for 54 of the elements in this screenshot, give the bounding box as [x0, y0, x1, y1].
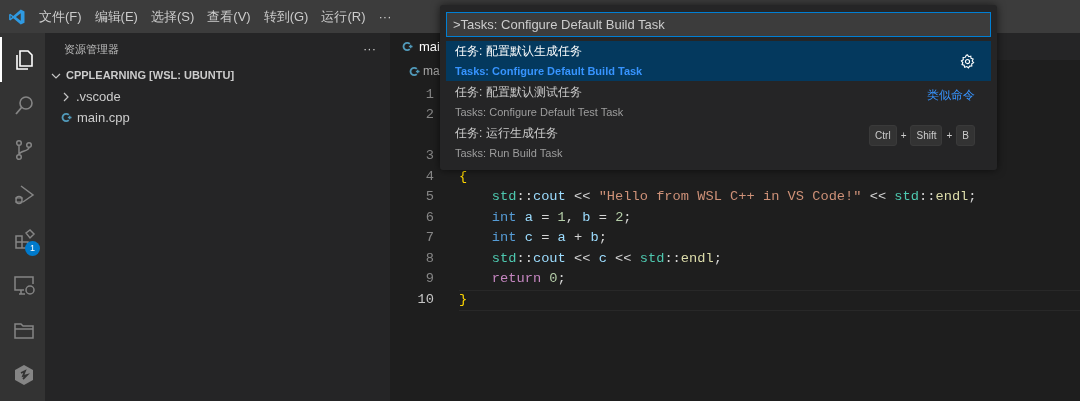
command-item[interactable]: 任务: 配置默认生成任务 Tasks: Configure Default Build Task — [446, 41, 991, 81]
breadcrumb[interactable]: ma — [423, 62, 440, 80]
keyboard-key: Shift — [910, 125, 943, 146]
plus-sign: + — [946, 129, 953, 143]
line-number: 6 — [424, 209, 435, 227]
line-number: 4 — [424, 168, 435, 186]
activity-bar-item[interactable]: 1 — [0, 217, 45, 262]
menu-item[interactable]: ··· — [378, 6, 392, 27]
command-label: 任务: 配置默认测试任务 — [455, 84, 583, 102]
line-number: 5 — [424, 188, 435, 207]
command-item[interactable]: 任务: 配置默认测试任务 Tasks: Configure Default Test Task 类似命令 — [446, 82, 991, 122]
code-line: int a = 1, b = 2; — [490, 209, 632, 227]
folder-title[interactable]: CPPLEARNING [WSL: UBUNTU] — [66, 67, 235, 84]
line-number: 1 — [424, 86, 435, 104]
keyboard-key: B — [956, 125, 975, 146]
command-detail: Tasks: Run Build Task — [455, 146, 563, 162]
sidebar-title: 资源管理器 — [64, 41, 119, 57]
code-line: return 0; — [490, 270, 566, 289]
menu-item[interactable]: 转到(G) — [263, 6, 309, 27]
keyboard-key: Ctrl — [869, 125, 897, 146]
line-number: 7 — [424, 229, 435, 248]
badge-count: 1 — [25, 241, 40, 256]
line-number: 8 — [424, 250, 435, 268]
app-logo-icon — [8, 7, 26, 26]
cpp-file-icon — [409, 65, 420, 77]
editor-tab[interactable]: mai — [390, 33, 440, 60]
plus-sign: + — [900, 129, 907, 143]
code-line: int c = a + b; — [490, 229, 607, 248]
code-line: { — [459, 168, 468, 186]
command-input[interactable]: >Tasks: Configure Default Build Task — [446, 12, 991, 37]
code-line: std::cout << "Hello from WSL C++ in VS Code!" << std::endl; — [490, 188, 977, 207]
command-label: 任务: 运行生成任务 — [455, 125, 559, 143]
menu-item[interactable]: 编辑(E) — [94, 6, 138, 27]
command-detail: Tasks: Configure Default Build Task — [455, 64, 643, 80]
menu-item[interactable]: 查看(V) — [207, 6, 251, 27]
line-number: 10 — [416, 291, 435, 309]
menu-item[interactable]: 文件(F) — [39, 6, 82, 27]
cpp-file-icon — [402, 41, 413, 52]
similar-commands-link[interactable]: 类似命令 — [927, 86, 975, 104]
settings-icon[interactable] — [960, 53, 975, 69]
more-actions-button[interactable]: ··· — [363, 39, 376, 59]
menu-item[interactable]: 选择(S) — [150, 6, 195, 27]
code-line: } — [459, 291, 468, 309]
menu-item[interactable]: 运行(R) — [321, 6, 366, 27]
tree-item[interactable]: .vscode — [76, 86, 121, 107]
cpp-file-icon — [61, 112, 72, 123]
tree-item[interactable]: main.cpp — [77, 107, 130, 128]
line-number: 2 — [424, 106, 435, 125]
code-line: std::cout << c << std::endl; — [490, 250, 722, 268]
command-item[interactable]: 任务: 运行生成任务 Tasks: Run Build Task Ctrl + Shift + B — [446, 123, 991, 163]
command-detail: Tasks: Configure Default Test Task — [455, 105, 624, 121]
line-number: 9 — [424, 270, 435, 289]
line-number: 3 — [424, 147, 435, 166]
command-label: 任务: 配置默认生成任务 — [455, 43, 583, 61]
